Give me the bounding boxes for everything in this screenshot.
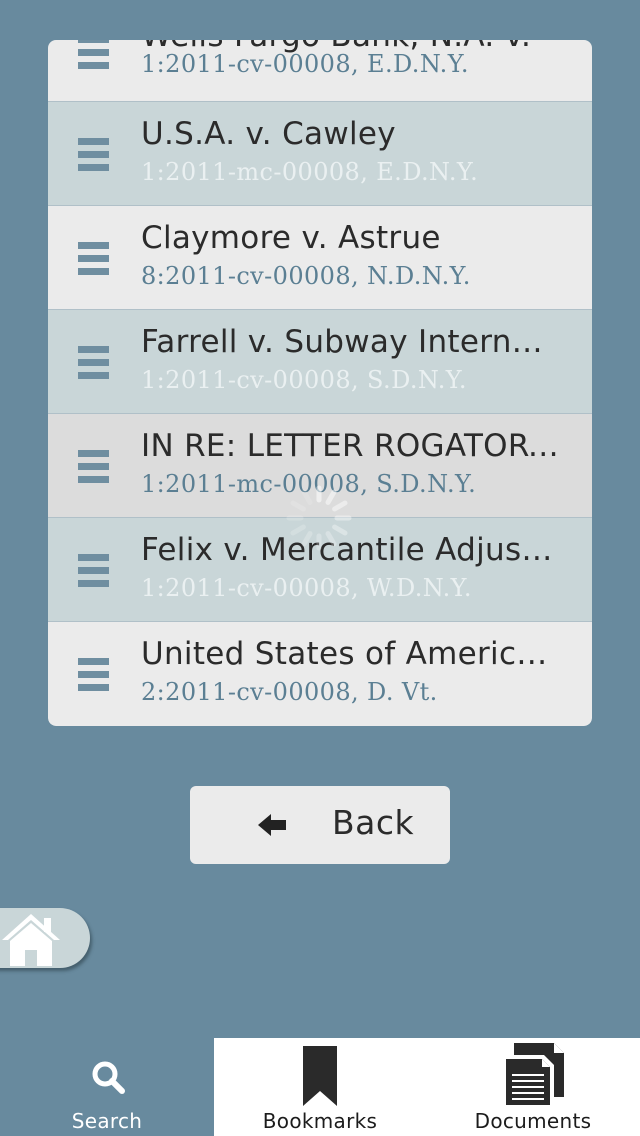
tab-documents[interactable]: Documents [426, 1038, 640, 1136]
tab-label: Documents [474, 1109, 592, 1133]
tab-search[interactable]: Search [0, 1038, 214, 1136]
case-row[interactable]: U.S.A. v. Cawley 1:2011-mc-00008, E.D.N.… [48, 102, 592, 206]
list-icon [78, 658, 109, 691]
case-docket: 1:2011-cv-00008, W.D.N.Y. [141, 574, 472, 602]
case-row[interactable]: IN RE: LETTER ROGATORY… 1:2011-mc-00008,… [48, 414, 592, 518]
list-icon [78, 40, 109, 69]
home-icon [2, 914, 60, 966]
tab-bar: Search Bookmarks Documents [0, 1038, 640, 1136]
case-docket: 1:2011-cv-00008, E.D.N.Y. [141, 50, 469, 78]
case-docket: 1:2011-mc-00008, E.D.N.Y. [141, 158, 479, 186]
case-title: Felix v. Mercantile Adjust… [141, 532, 561, 568]
list-icon [78, 138, 109, 171]
case-list: Wells Fargo Bank, N.A. v. 1:2011-cv-0000… [48, 40, 592, 726]
search-icon [92, 1061, 125, 1094]
case-title: United States of America… [141, 636, 561, 672]
tab-label: Bookmarks [262, 1109, 378, 1133]
case-title: Claymore v. Astrue [141, 220, 441, 256]
arrow-left-icon [258, 814, 286, 836]
bookmark-icon [303, 1046, 337, 1106]
case-docket: 8:2011-cv-00008, N.D.N.Y. [141, 262, 471, 290]
tab-label: Search [71, 1109, 143, 1133]
home-button[interactable] [0, 908, 90, 968]
list-icon [78, 242, 109, 275]
list-icon [78, 346, 109, 379]
documents-icon [502, 1043, 564, 1109]
case-row[interactable]: Wells Fargo Bank, N.A. v. 1:2011-cv-0000… [48, 40, 592, 102]
back-button-label: Back [332, 803, 415, 842]
list-icon [78, 450, 109, 483]
case-row[interactable]: Felix v. Mercantile Adjust… 1:2011-cv-00… [48, 518, 592, 622]
case-docket: 2:2011-cv-00008, D. Vt. [141, 678, 438, 706]
tab-bookmarks[interactable]: Bookmarks [214, 1038, 426, 1136]
case-row[interactable]: United States of America… 2:2011-cv-0000… [48, 622, 592, 726]
case-title: IN RE: LETTER ROGATORY… [141, 428, 561, 464]
case-docket: 1:2011-cv-00008, S.D.N.Y. [141, 366, 467, 394]
case-row[interactable]: Claymore v. Astrue 8:2011-cv-00008, N.D.… [48, 206, 592, 310]
case-title: Farrell v. Subway Internat… [141, 324, 561, 360]
case-docket: 1:2011-mc-00008, S.D.N.Y. [141, 470, 477, 498]
back-button[interactable]: Back [190, 786, 450, 864]
case-title: U.S.A. v. Cawley [141, 116, 396, 152]
case-row[interactable]: Farrell v. Subway Internat… 1:2011-cv-00… [48, 310, 592, 414]
list-icon [78, 554, 109, 587]
